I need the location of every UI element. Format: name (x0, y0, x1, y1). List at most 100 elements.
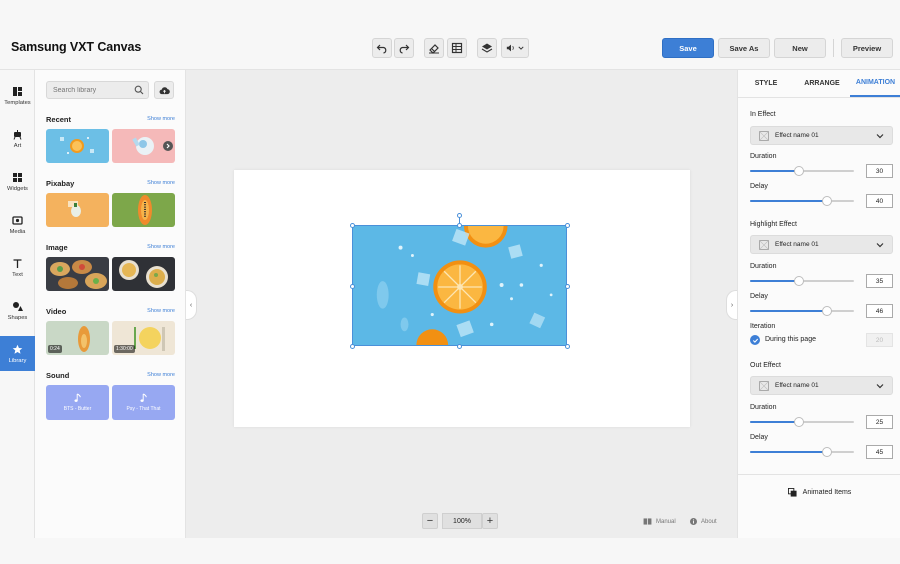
slider-knob[interactable] (821, 447, 832, 457)
in-delay-slider[interactable] (750, 196, 854, 206)
undo-button[interactable] (372, 38, 392, 58)
rail-item-art[interactable]: Art (0, 121, 35, 156)
new-button[interactable]: New (774, 38, 826, 58)
chevron-down-icon (876, 384, 884, 389)
volume-dropdown[interactable] (501, 38, 529, 58)
zoom-level[interactable]: 100% (442, 513, 482, 529)
highlight-delay-input[interactable]: 46 (866, 304, 893, 318)
show-more-sound[interactable]: Show more (145, 372, 175, 378)
zoom-out-button[interactable]: − (422, 513, 438, 529)
iteration-option-label: During this page (765, 336, 816, 343)
out-duration-input[interactable]: 25 (866, 415, 893, 429)
collapse-right-panel-button[interactable]: › (726, 290, 737, 320)
search-icon[interactable] (134, 85, 144, 95)
tab-style[interactable]: STYLE (738, 70, 794, 97)
preview-button[interactable]: Preview (841, 38, 893, 58)
save-as-button[interactable]: Save As (718, 38, 770, 58)
rail-item-text[interactable]: Text (0, 250, 35, 285)
thumbnail-image-2[interactable] (112, 257, 175, 291)
rail-item-media[interactable]: Media (0, 207, 35, 242)
slider-knob[interactable] (793, 417, 804, 427)
show-more-video[interactable]: Show more (145, 308, 175, 314)
thumbnail-pixabay-2[interactable] (112, 193, 175, 227)
chevron-down-icon (876, 134, 884, 139)
sound-item[interactable]: Psy - That That (112, 385, 175, 420)
show-more-image[interactable]: Show more (145, 244, 175, 250)
thumbnail-recent-2[interactable] (112, 129, 175, 163)
zoom-in-button[interactable]: + (482, 513, 498, 529)
resize-handle[interactable] (457, 344, 462, 349)
animated-items-button[interactable]: Animated Items (738, 485, 900, 499)
slider-knob[interactable] (821, 306, 832, 316)
rail-item-widgets[interactable]: Widgets (0, 164, 35, 199)
show-more-pixabay[interactable]: Show more (145, 180, 175, 186)
chevron-right-icon[interactable] (163, 141, 173, 151)
resize-handle[interactable] (350, 344, 355, 349)
save-button[interactable]: Save (662, 38, 714, 58)
out-effect-select[interactable]: Effect name 01 (750, 376, 893, 395)
redo-button[interactable] (394, 38, 414, 58)
video-duration-badge: 1:30:00 (114, 345, 135, 353)
manual-link[interactable]: Manual (643, 518, 676, 525)
rail-item-label: Widgets (7, 185, 28, 192)
manual-label: Manual (656, 518, 676, 525)
sound-title: BTS - Butter (63, 406, 92, 412)
out-duration-label: Duration (750, 404, 777, 411)
highlight-duration-slider[interactable] (750, 276, 854, 286)
thumbnail-video-1[interactable]: 0:24 (46, 321, 109, 355)
in-effect-select[interactable]: Effect name 01 (750, 126, 893, 145)
music-note-icon (139, 393, 147, 402)
rotate-handle[interactable] (457, 213, 462, 218)
rail-item-shapes[interactable]: Shapes (0, 293, 35, 328)
selected-image[interactable] (352, 225, 567, 346)
tab-arrange[interactable]: ARRANGE (794, 70, 850, 97)
in-effect-title: In Effect (750, 111, 776, 118)
canvas-page[interactable] (234, 170, 690, 427)
upload-button[interactable] (154, 81, 174, 99)
highlight-duration-input[interactable]: 35 (866, 274, 893, 288)
sound-title: Psy - That That (126, 406, 161, 412)
section-title-pixabay: Pixabay (46, 179, 75, 188)
rail-item-library[interactable]: Library (0, 336, 35, 371)
out-delay-slider[interactable] (750, 447, 854, 457)
iteration-input[interactable]: 20 (866, 333, 893, 347)
layers-button[interactable] (477, 38, 497, 58)
star-icon (12, 344, 23, 354)
sound-item[interactable]: BTS - Butter (46, 385, 109, 420)
eraser-button[interactable] (424, 38, 444, 58)
library-panel: Recent Show more Pixabay Show more Image… (35, 70, 186, 538)
slider-knob[interactable] (793, 276, 804, 286)
resize-handle[interactable] (350, 284, 355, 289)
in-duration-label: Duration (750, 153, 777, 160)
thumbnail-recent-1[interactable] (46, 129, 109, 163)
volume-icon (506, 44, 514, 52)
resize-handle[interactable] (350, 223, 355, 228)
in-duration-input[interactable]: 30 (866, 164, 893, 178)
thumbnail-pixabay-1[interactable] (46, 193, 109, 227)
chevron-left-icon: ‹ (189, 301, 193, 309)
tab-animation[interactable]: ANIMATION (850, 70, 900, 97)
highlight-delay-slider[interactable] (750, 306, 854, 316)
highlight-effect-select[interactable]: Effect name 01 (750, 235, 893, 254)
show-more-recent[interactable]: Show more (145, 116, 175, 122)
out-delay-input[interactable]: 45 (866, 445, 893, 459)
iteration-checkbox[interactable] (750, 335, 760, 345)
slider-knob[interactable] (821, 196, 832, 206)
in-duration-slider[interactable] (750, 166, 854, 176)
about-link[interactable]: About (690, 518, 717, 525)
rail-item-templates[interactable]: Templates (0, 78, 35, 113)
out-effect-value: Effect name 01 (775, 382, 819, 389)
out-duration-slider[interactable] (750, 417, 854, 427)
slider-knob[interactable] (793, 166, 804, 176)
thumbnail-image-1[interactable] (46, 257, 109, 291)
collapse-left-panel-button[interactable]: ‹ (186, 290, 197, 320)
in-delay-input[interactable]: 40 (866, 194, 893, 208)
grid-button[interactable] (447, 38, 467, 58)
slider-fill (750, 170, 799, 172)
widgets-icon (13, 172, 22, 182)
thumbnail-video-2[interactable]: 1:30:00 (112, 321, 175, 355)
media-icon (12, 215, 23, 225)
resize-handle[interactable] (565, 284, 570, 289)
resize-handle[interactable] (565, 223, 570, 228)
resize-handle[interactable] (565, 344, 570, 349)
